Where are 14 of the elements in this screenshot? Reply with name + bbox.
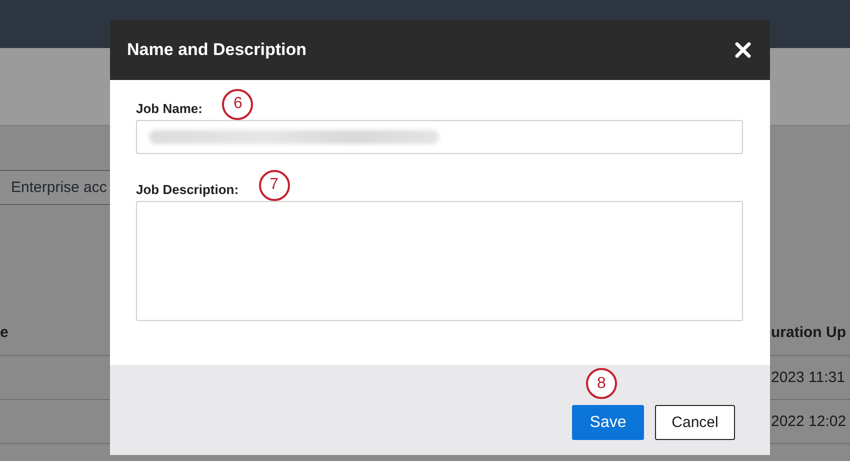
close-icon[interactable] xyxy=(735,42,751,58)
table-cell-text: 2022 12:02 xyxy=(771,413,848,430)
callout-number: 8 xyxy=(586,368,617,399)
field-label: Job Name: xyxy=(136,100,202,116)
cancel-button[interactable]: Cancel xyxy=(655,405,735,440)
column-header: e xyxy=(0,324,8,341)
dialog-title: Name and Description xyxy=(127,40,306,60)
callout-number: 7 xyxy=(258,170,290,200)
table-cell-text: 2023 11:31 xyxy=(771,369,846,386)
job-description-field[interactable] xyxy=(136,201,743,321)
callout-number: 6 xyxy=(222,88,254,120)
save-button[interactable]: Save xyxy=(572,405,644,440)
job-name-field[interactable] xyxy=(136,120,743,154)
column-header: uration Up xyxy=(771,324,847,341)
